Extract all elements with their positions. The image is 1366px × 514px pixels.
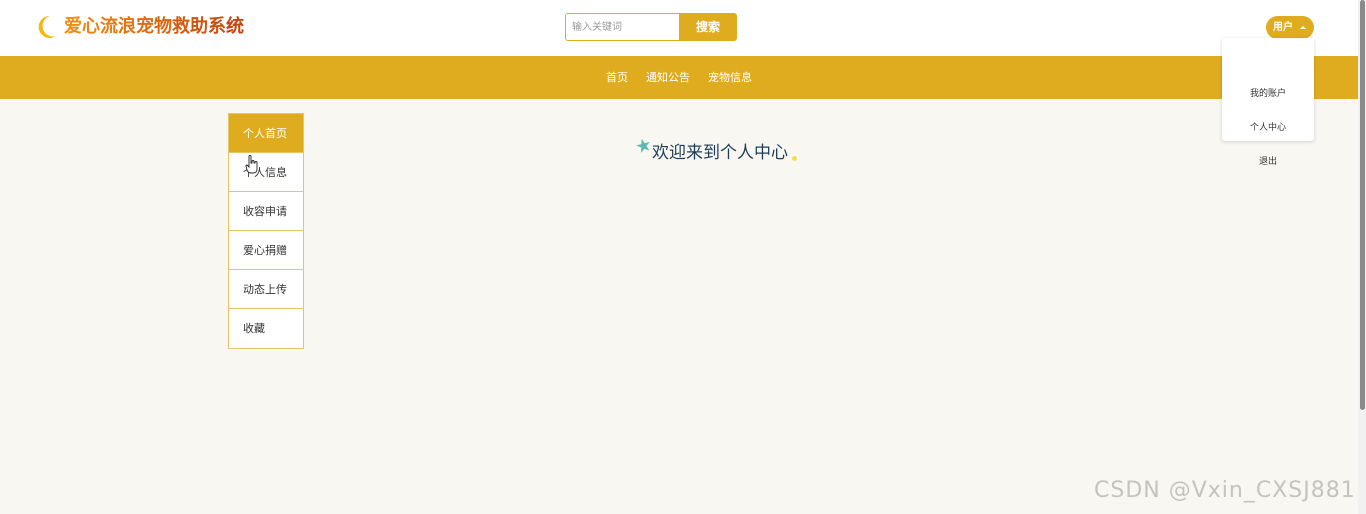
search-input[interactable] (565, 13, 680, 41)
dropdown-item-logout[interactable]: 退出 (1222, 155, 1314, 169)
dot-icon (792, 156, 797, 161)
search-button[interactable]: 搜索 (679, 13, 737, 41)
sidebar: 个人首页 个人信息 收容申请 爱心捐赠 动态上传 收藏 (228, 113, 304, 349)
user-menu-button[interactable]: 用户 (1266, 16, 1314, 39)
caret-up-icon (1300, 26, 1306, 29)
dropdown-item-personal-center[interactable]: 个人中心 (1222, 121, 1314, 135)
app-title[interactable]: 爱心流浪宠物救助系统 (64, 14, 244, 40)
header: 爱心流浪宠物救助系统 搜索 用户 (0, 0, 1366, 56)
welcome-heading: 欢迎来到个人中心 (652, 143, 788, 163)
dropdown-item-my-account[interactable]: 我的账户 (1222, 87, 1314, 101)
sidebar-item-shelter-application[interactable]: 收容申请 (229, 192, 303, 231)
watermark: CSDN @Vxin_CXSJ881 (1094, 478, 1356, 503)
nav-item-pet-info[interactable]: 宠物信息 (708, 70, 752, 85)
sidebar-item-home[interactable]: 个人首页 (229, 114, 303, 153)
sidebar-item-profile[interactable]: 个人信息 (229, 153, 303, 192)
nav-item-home[interactable]: 首页 (606, 70, 628, 85)
scrollbar-thumb[interactable] (1360, 0, 1365, 410)
main-nav: 首页 通知公告 宠物信息 (0, 56, 1366, 99)
sidebar-item-donation[interactable]: 爱心捐赠 (229, 231, 303, 270)
sidebar-item-favorites[interactable]: 收藏 (229, 309, 303, 348)
user-dropdown: 我的账户 个人中心 退出 (1222, 38, 1314, 167)
star-icon (636, 138, 650, 153)
hand-cursor-icon (245, 155, 258, 174)
nav-item-notices[interactable]: 通知公告 (646, 70, 690, 85)
sidebar-item-post-upload[interactable]: 动态上传 (229, 270, 303, 309)
user-menu-label: 用户 (1273, 22, 1293, 33)
crescent-moon-icon (38, 15, 56, 38)
